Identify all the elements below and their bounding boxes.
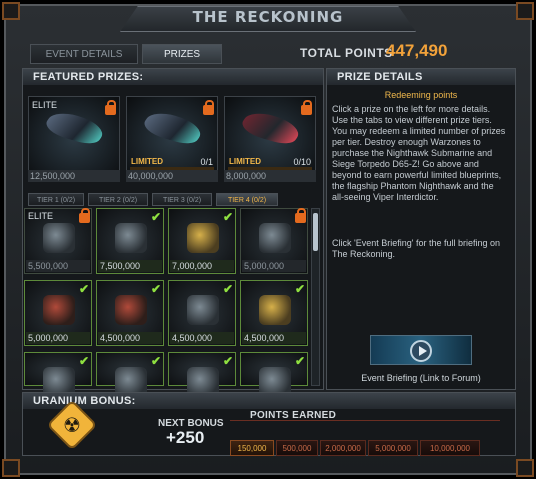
milestone: 2,000,000: [320, 440, 366, 456]
prize-price: 7,500,000: [98, 260, 162, 272]
prize-image: [115, 295, 147, 325]
details-body: Click a prize on the left for more detai…: [332, 104, 506, 202]
milestone: 500,000: [276, 440, 318, 456]
tab-prizes[interactable]: PRIZES: [142, 44, 222, 64]
prize-tile[interactable]: ✔ 4,500,000: [240, 280, 308, 346]
prize-tile[interactable]: ✔ 7,000,000: [168, 208, 236, 274]
prize-tile[interactable]: ✔ 5,000,000: [24, 280, 92, 346]
radiation-icon: ☢: [63, 415, 81, 437]
event-briefing-thumbnail[interactable]: [370, 335, 472, 365]
tab-event-details[interactable]: EVENT DETAILS: [30, 44, 138, 64]
lock-icon: [105, 100, 116, 115]
next-bonus-value: +250: [166, 428, 205, 447]
check-icon: ✔: [223, 354, 234, 368]
check-icon: ✔: [295, 282, 306, 296]
limited-count: 0/1: [200, 157, 213, 167]
prize-image: [115, 223, 147, 253]
limited-count: 0/10: [293, 157, 311, 167]
scroll-thumb[interactable]: [313, 213, 318, 251]
limited-tag: LIMITED: [229, 157, 261, 166]
prize-tile[interactable]: ✔: [24, 352, 92, 397]
lock-icon: [203, 100, 214, 115]
prize-image: [259, 295, 291, 325]
prize-tile[interactable]: ✔ 7,500,000: [96, 208, 164, 274]
prize-image: [43, 295, 75, 325]
play-icon[interactable]: [410, 340, 432, 362]
ship-image: [39, 109, 111, 147]
check-icon: ✔: [295, 354, 306, 368]
prize-price: 4,500,000: [170, 332, 234, 344]
total-points-value: 447,490: [386, 41, 448, 60]
elite-tag: ELITE: [28, 211, 54, 221]
check-icon: ✔: [79, 354, 90, 368]
milestone: 150,000: [230, 440, 274, 456]
prize-price: 5,000,000: [242, 260, 306, 272]
tab-tier-1[interactable]: TIER 1 (0/2): [28, 193, 84, 206]
prize-price: 5,500,000: [26, 260, 90, 272]
points-progress-track: [230, 420, 500, 434]
prize-price: 4,500,000: [242, 332, 306, 344]
prize-tile[interactable]: ✔ 4,500,000: [96, 280, 164, 346]
lock-icon: [79, 208, 90, 223]
tab-tier-2[interactable]: TIER 2 (0/2): [88, 193, 148, 206]
prize-tile[interactable]: ✔: [240, 352, 308, 397]
prize-image: [187, 223, 219, 253]
check-icon: ✔: [151, 210, 162, 224]
check-icon: ✔: [223, 282, 234, 296]
lock-icon: [295, 208, 306, 223]
details-title: Redeeming points: [384, 90, 458, 100]
check-icon: ✔: [151, 354, 162, 368]
uranium-bonus-heading: URANIUM BONUS:: [23, 393, 515, 409]
prize-tile[interactable]: ✔: [96, 352, 164, 397]
milestone: 5,000,000: [368, 440, 418, 456]
prize-price: 7,000,000: [170, 260, 234, 272]
prize-grid-scrollbar[interactable]: [311, 208, 320, 386]
prize-tile[interactable]: ELITE 5,500,000: [24, 208, 92, 274]
window-title: THE RECKONING: [192, 8, 344, 26]
featured-price: 40,000,000: [126, 170, 218, 182]
tab-tier-3[interactable]: TIER 3 (0/2): [152, 193, 212, 206]
prize-image: [43, 223, 75, 253]
prize-image: [259, 223, 291, 253]
featured-price: 8,000,000: [224, 170, 316, 182]
prize-tile[interactable]: 5,000,000: [240, 208, 308, 274]
milestone: 10,000,000: [420, 440, 480, 456]
ship-image: [235, 109, 307, 147]
check-icon: ✔: [79, 282, 90, 296]
prize-tile[interactable]: ✔: [168, 352, 236, 397]
frame-corner: [2, 459, 20, 477]
check-icon: ✔: [223, 210, 234, 224]
frame-corner: [516, 459, 534, 477]
briefing-text: Click 'Event Briefing' for the full brie…: [332, 238, 501, 259]
featured-price: 12,500,000: [28, 170, 120, 182]
prize-details-heading: PRIZE DETAILS: [327, 69, 515, 85]
prize-image: [187, 295, 219, 325]
total-points-label: TOTAL POINTS: [300, 46, 393, 60]
tab-tier-4[interactable]: TIER 4 (0/2): [216, 193, 278, 206]
prize-price: 4,500,000: [98, 332, 162, 344]
ship-image: [137, 109, 209, 147]
event-briefing-link[interactable]: Event Briefing (Link to Forum): [326, 373, 516, 383]
lock-icon: [301, 100, 312, 115]
prize-price: 5,000,000: [26, 332, 90, 344]
prize-tile[interactable]: ✔ 4,500,000: [168, 280, 236, 346]
check-icon: ✔: [151, 282, 162, 296]
elite-tag: ELITE: [32, 100, 58, 110]
featured-prizes-heading: FEATURED PRIZES:: [23, 69, 323, 85]
limited-tag: LIMITED: [131, 157, 163, 166]
